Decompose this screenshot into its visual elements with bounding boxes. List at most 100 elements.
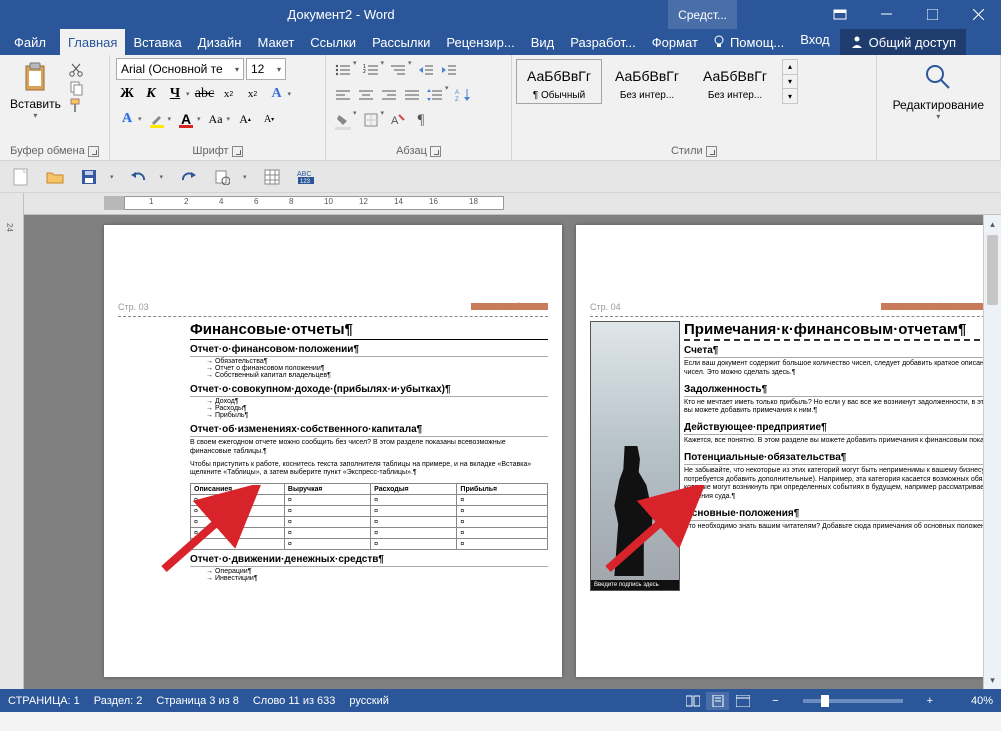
- vertical-scrollbar[interactable]: ▴ ▾: [983, 215, 1001, 689]
- show-marks-button[interactable]: ¶: [410, 109, 432, 131]
- tell-me[interactable]: Помощ...: [706, 29, 790, 55]
- superscript-button[interactable]: x2: [242, 83, 264, 105]
- tab-design[interactable]: Дизайн: [190, 29, 250, 55]
- undo-icon[interactable]: [128, 166, 150, 188]
- sort-button[interactable]: AZ: [452, 84, 474, 106]
- increase-indent-button[interactable]: [438, 59, 460, 81]
- style-normal[interactable]: АаБбВвГг¶ Обычный: [516, 59, 602, 104]
- status-words[interactable]: Слово 11 из 633: [253, 695, 336, 707]
- p3-s1: Отчет·о·финансовом·положении¶: [190, 344, 548, 357]
- decrease-indent-button[interactable]: [415, 59, 437, 81]
- clipboard-dialog-launcher[interactable]: [88, 146, 99, 157]
- page-canvas[interactable]: Стр. 03 Финансовый отчет Финансовые·отче…: [24, 215, 983, 689]
- zoom-in-button[interactable]: +: [923, 695, 937, 707]
- styles-dialog-launcher[interactable]: [706, 146, 717, 157]
- new-doc-icon[interactable]: [10, 166, 32, 188]
- status-language[interactable]: русский: [349, 695, 388, 707]
- text-effects2-button[interactable]: A: [116, 108, 138, 130]
- editing-button[interactable]: Редактирование ▾: [889, 59, 988, 123]
- font-dialog-launcher[interactable]: [232, 146, 243, 157]
- scroll-down-icon[interactable]: ▾: [984, 671, 1001, 689]
- group-clipboard: Вставить ▾ Буфер обмена: [0, 55, 110, 160]
- tab-mailings[interactable]: Рассылки: [364, 29, 438, 55]
- word-count-icon[interactable]: ABC123: [295, 166, 317, 188]
- tab-format[interactable]: Формат: [644, 29, 706, 55]
- change-case-button[interactable]: Aa: [205, 108, 227, 130]
- status-page-of[interactable]: Страница 3 из 8: [156, 695, 238, 707]
- open-icon[interactable]: [44, 166, 66, 188]
- statusbar: СТРАНИЦА: 1 Раздел: 2 Страница 3 из 8 Сл…: [0, 689, 1001, 712]
- zoom-slider[interactable]: [803, 699, 903, 703]
- shading-button[interactable]: [332, 109, 354, 131]
- align-center-button[interactable]: [355, 84, 377, 106]
- font-color-button[interactable]: A: [175, 108, 197, 130]
- lightbulb-icon: [712, 35, 726, 49]
- zoom-value[interactable]: 40%: [951, 695, 993, 707]
- grow-font-button[interactable]: A▴: [234, 108, 256, 130]
- style-nospacing1[interactable]: АаБбВвГгБез интер...: [604, 59, 690, 104]
- save-icon[interactable]: [78, 166, 100, 188]
- scroll-up-icon[interactable]: ▴: [984, 215, 1001, 233]
- signin-button[interactable]: Вход: [790, 29, 839, 55]
- tab-references[interactable]: Ссылки: [302, 29, 364, 55]
- print-layout-icon[interactable]: [706, 692, 729, 710]
- maximize-icon[interactable]: [909, 0, 955, 29]
- paragraph-dialog-launcher[interactable]: [430, 146, 441, 157]
- format-painter-icon[interactable]: [68, 98, 84, 114]
- status-section[interactable]: Раздел: 2: [94, 695, 143, 707]
- close-icon[interactable]: [955, 0, 1001, 29]
- bullet-list-button[interactable]: [332, 59, 354, 81]
- shrink-font-button[interactable]: A▾: [258, 108, 280, 130]
- align-left-button[interactable]: [332, 84, 354, 106]
- justify-button[interactable]: [401, 84, 423, 106]
- zoom-out-button[interactable]: −: [768, 695, 782, 707]
- subscript-button[interactable]: x2: [218, 83, 240, 105]
- web-layout-icon[interactable]: [731, 692, 754, 710]
- tab-view[interactable]: Вид: [523, 29, 563, 55]
- underline-button[interactable]: Ч: [164, 83, 186, 105]
- highlight-button[interactable]: [146, 108, 168, 130]
- contextual-tools-label[interactable]: Средст...: [668, 0, 737, 29]
- read-mode-icon[interactable]: [681, 692, 704, 710]
- redo-icon[interactable]: [177, 166, 199, 188]
- font-name-combo[interactable]: Arial (Основной те▾: [116, 58, 244, 80]
- vertical-ruler[interactable]: 24: [0, 193, 24, 689]
- print-preview-icon[interactable]: [211, 166, 233, 188]
- copy-icon[interactable]: [68, 80, 84, 96]
- number-list-button[interactable]: 12: [360, 59, 382, 81]
- tab-home[interactable]: Главная: [60, 29, 125, 55]
- page-3: Стр. 03 Финансовый отчет Финансовые·отче…: [104, 225, 562, 677]
- status-page[interactable]: СТРАНИЦА: 1: [8, 695, 80, 707]
- style-nospacing2[interactable]: АаБбВвГгБез интер...: [692, 59, 778, 104]
- text-effects-button[interactable]: A: [266, 83, 288, 105]
- paste-button[interactable]: Вставить ▾: [6, 58, 65, 122]
- style-gallery-spinner[interactable]: ▴▾▾: [782, 59, 798, 104]
- scroll-thumb[interactable]: [987, 235, 998, 305]
- italic-button[interactable]: К: [140, 83, 162, 105]
- p4-h4: Потенциальные·обязательства¶: [684, 452, 983, 465]
- horizontal-ruler[interactable]: 12 46 810 1214 1618: [24, 193, 1001, 215]
- multilevel-list-button[interactable]: [387, 59, 409, 81]
- tab-review[interactable]: Рецензир...: [438, 29, 522, 55]
- table-icon[interactable]: [261, 166, 283, 188]
- page3-header: Стр. 03 Финансовый отчет: [118, 297, 548, 317]
- tab-file[interactable]: Файл: [0, 29, 60, 55]
- borders-button[interactable]: [360, 109, 382, 131]
- strike-button[interactable]: abc: [194, 83, 216, 105]
- svg-text:123: 123: [300, 179, 311, 185]
- share-button[interactable]: Общий доступ: [840, 29, 966, 55]
- tab-developer[interactable]: Разработ...: [562, 29, 643, 55]
- bold-button[interactable]: Ж: [116, 83, 138, 105]
- clear-formatting-button[interactable]: A: [387, 109, 409, 131]
- font-size-combo[interactable]: 12▾: [246, 58, 286, 80]
- style-gallery[interactable]: АаБбВвГг¶ Обычный АаБбВвГгБез интер... А…: [516, 59, 798, 104]
- tab-layout[interactable]: Макет: [249, 29, 302, 55]
- tab-insert[interactable]: Вставка: [125, 29, 189, 55]
- line-spacing-button[interactable]: [424, 84, 446, 106]
- p4-image-caption: Введите подпись здесь: [591, 580, 679, 590]
- cut-icon[interactable]: [68, 62, 84, 78]
- minimize-icon[interactable]: [863, 0, 909, 29]
- ribbon-display-icon[interactable]: [817, 0, 863, 29]
- align-right-button[interactable]: [378, 84, 400, 106]
- group-editing: Редактирование ▾: [877, 55, 1001, 160]
